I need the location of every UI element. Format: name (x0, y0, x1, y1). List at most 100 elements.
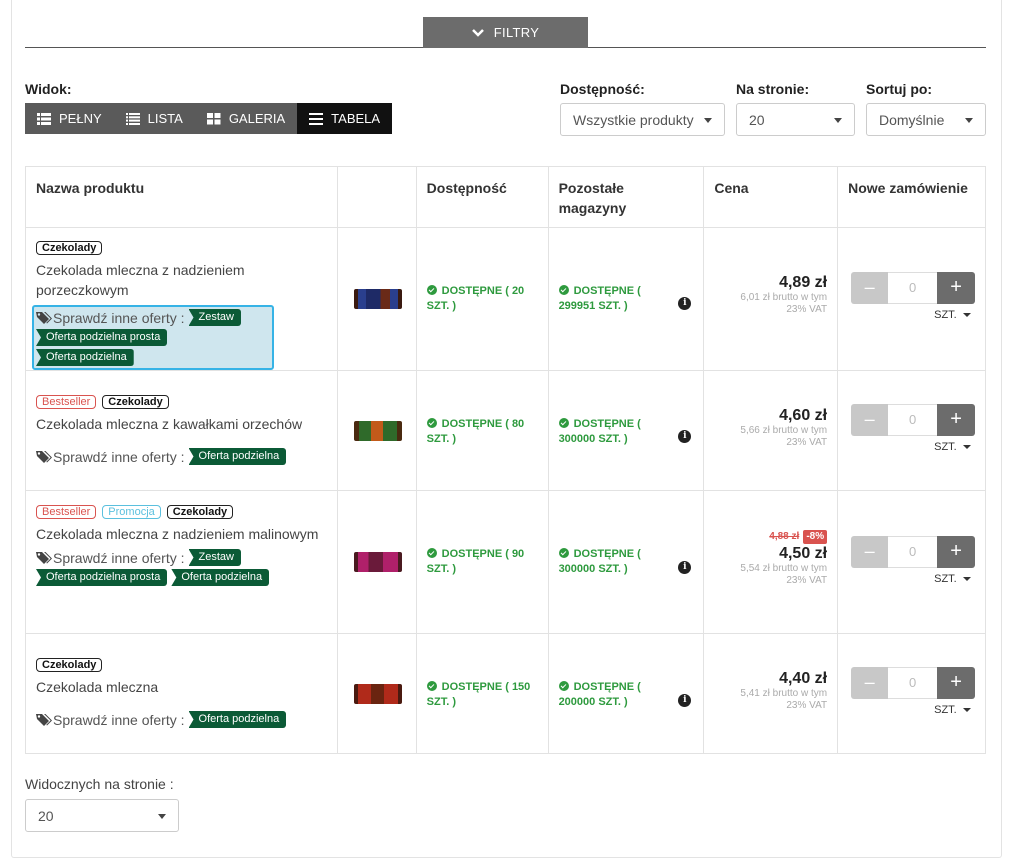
header-name: Nazwa produktu (25, 166, 338, 228)
grid-icon (206, 112, 221, 124)
unit-select[interactable]: SZT. (934, 441, 971, 453)
gross-price: 5,54 zł brutto w tym (740, 563, 828, 574)
badge-list: Bestseller Czekolady (36, 395, 327, 409)
decrease-quantity-button[interactable]: – (851, 404, 889, 436)
vat-rate: 23% VAT (786, 575, 828, 586)
other-offers: Sprawdź inne oferty : Zestaw Oferta podz… (36, 549, 276, 586)
availability-cell: DOSTĘPNE ( 80 SZT. ) (415, 370, 549, 491)
availability-text: DOSTĘPNE ( 150 SZT. ) (426, 681, 531, 708)
category-badge[interactable]: Czekolady (36, 658, 103, 672)
product-name[interactable]: Czekolada mleczna z nadzieniem porzeczko… (36, 260, 327, 300)
bestseller-badge[interactable]: Bestseller (36, 505, 97, 519)
availability-text: DOSTĘPNE ( 20 SZT. ) (426, 285, 525, 312)
offer-tag[interactable]: Oferta podzielna (188, 711, 287, 728)
offer-tag[interactable]: Oferta podzielna prosta (36, 569, 168, 586)
decrease-quantity-button[interactable]: – (851, 667, 889, 699)
category-badge[interactable]: Czekolady (36, 241, 103, 255)
product-image[interactable] (353, 289, 402, 309)
sort-select[interactable]: Domyślnie (866, 103, 986, 136)
decrease-quantity-button[interactable]: – (851, 272, 889, 304)
product-image-cell (336, 490, 417, 634)
stock-cell: DOSTĘPNE ( 300000 SZT. ) i (547, 490, 705, 634)
old-price: 4,88 zł (769, 531, 800, 542)
offer-tag[interactable]: Oferta podzielna prosta (36, 329, 168, 346)
availability-text: DOSTĘPNE ( 90 SZT. ) (426, 548, 525, 575)
info-icon[interactable]: i (678, 430, 692, 443)
availability-status: DOSTĘPNE ( 20 SZT. ) (426, 284, 548, 314)
promotion-badge[interactable]: Promocja (102, 505, 161, 519)
product-image[interactable] (353, 684, 402, 704)
quantity-input[interactable]: 0 (888, 272, 938, 304)
gross-price: 6,01 zł brutto w tym (740, 292, 828, 303)
check-circle-icon (558, 285, 569, 295)
vat-rate: 23% VAT (786, 700, 828, 711)
increase-quantity-button[interactable]: + (937, 272, 976, 304)
availability-cell: DOSTĘPNE ( 20 SZT. ) (415, 227, 549, 371)
vat-rate: 23% VAT (786, 437, 828, 448)
availability-text: DOSTĘPNE ( 80 SZT. ) (426, 418, 525, 445)
info-icon[interactable]: i (678, 297, 692, 310)
bestseller-badge[interactable]: Bestseller (36, 395, 97, 409)
header-order: Nowe zamówienie (837, 166, 986, 228)
gross-price: 5,41 zł brutto w tym (740, 688, 828, 699)
quantity-stepper: – 0 + (851, 272, 976, 304)
stock-text: DOSTĘPNE ( 300000 SZT. ) (558, 548, 641, 575)
unit-select[interactable]: SZT. (934, 704, 971, 716)
quantity-input[interactable]: 0 (888, 667, 938, 699)
view-full-button[interactable]: PEŁNY (25, 103, 114, 134)
tags-icon (36, 311, 52, 324)
product-name[interactable]: Czekolada mleczna (36, 677, 327, 697)
offer-tag[interactable]: Oferta podzielna (188, 448, 287, 465)
product-image[interactable] (353, 421, 402, 441)
view-list-button[interactable]: LISTA (113, 103, 195, 134)
quantity-input[interactable]: 0 (888, 536, 938, 568)
decrease-quantity-button[interactable]: – (851, 536, 889, 568)
availability-select[interactable]: Wszystkie produkty (560, 103, 725, 136)
sort-select-value: Domyślnie (879, 111, 945, 128)
visible-per-page-value: 20 (38, 807, 54, 824)
info-icon[interactable]: i (678, 561, 692, 574)
view-list-label: LISTA (147, 111, 183, 126)
category-badge[interactable]: Czekolady (102, 395, 169, 409)
availability-cell: DOSTĘPNE ( 90 SZT. ) (415, 490, 549, 634)
offer-tag[interactable]: Zestaw (188, 309, 241, 326)
filters-toggle-button[interactable]: FILTRY (423, 17, 588, 48)
info-icon[interactable]: i (678, 694, 692, 707)
order-cell: – 0 + SZT. (837, 633, 986, 754)
unit-select[interactable]: SZT. (934, 573, 971, 585)
stock-status: DOSTĘPNE ( 200000 SZT. ) (558, 680, 649, 710)
increase-quantity-button[interactable]: + (937, 404, 976, 436)
offer-tag[interactable]: Zestaw (188, 549, 241, 566)
visible-per-page-label: Widocznych na stronie : (25, 776, 174, 792)
product-image[interactable] (353, 552, 402, 572)
quantity-input[interactable]: 0 (888, 404, 938, 436)
product-name[interactable]: Czekolada mleczna z kawałkami orzechów (36, 414, 327, 434)
stock-text: DOSTĘPNE ( 299951 SZT. ) (558, 285, 641, 312)
discount-badge: -8% (803, 529, 828, 544)
net-price: 4,89 zł (779, 274, 828, 291)
stock-status: DOSTĘPNE ( 299951 SZT. ) (558, 284, 649, 314)
view-table-button[interactable]: TABELA (297, 103, 393, 134)
increase-quantity-button[interactable]: + (937, 536, 976, 568)
other-offers-label: Sprawdź inne oferty : (53, 549, 185, 566)
product-name[interactable]: Czekolada mleczna z nadzieniem malinowym (36, 524, 327, 544)
per-page-select[interactable]: 20 (736, 103, 855, 136)
other-offers-label: Sprawdź inne oferty : (53, 309, 185, 326)
caret-down-icon (158, 814, 166, 819)
category-badge[interactable]: Czekolady (166, 505, 234, 519)
unit-select[interactable]: SZT. (934, 309, 971, 321)
offer-tag[interactable]: Oferta podzielna (171, 569, 270, 586)
offer-tag[interactable]: Oferta podzielna (36, 349, 134, 366)
table-row: Czekolady Czekolada mleczna Sprawdź inne… (25, 633, 986, 754)
filters-label: FILTRY (493, 25, 540, 40)
availability-cell: DOSTĘPNE ( 150 SZT. ) (415, 633, 549, 754)
price-cell: 4,89 zł 6,01 zł brutto w tym 23% VAT (703, 227, 839, 371)
other-offers-label-wrap: Sprawdź inne oferty : (36, 310, 185, 326)
product-image-cell (336, 227, 417, 371)
increase-quantity-button[interactable]: + (937, 667, 976, 699)
product-image-cell (336, 633, 417, 754)
check-circle-icon (426, 681, 437, 691)
visible-per-page-select[interactable]: 20 (25, 799, 179, 832)
tags-icon (36, 450, 52, 463)
view-gallery-button[interactable]: GALERIA (194, 103, 298, 134)
